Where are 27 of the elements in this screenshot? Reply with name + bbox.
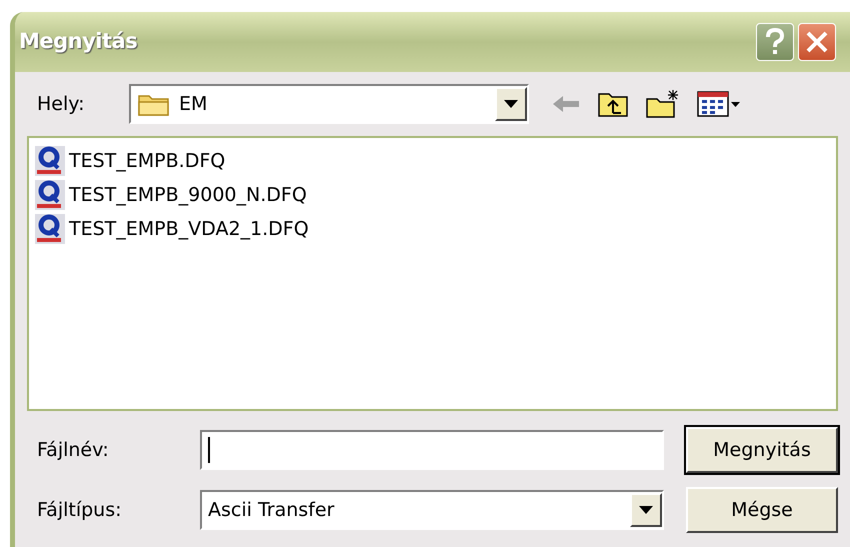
file-item[interactable]: TEST_EMPB.DFQ <box>33 144 832 178</box>
file-type-icon <box>35 146 65 176</box>
file-type-icon <box>35 214 65 244</box>
close-button[interactable] <box>798 23 836 61</box>
dropdown-arrow-button[interactable] <box>630 493 662 527</box>
cancel-button[interactable]: Mégse <box>686 487 838 533</box>
help-button[interactable] <box>756 23 794 61</box>
dropdown-arrow-button[interactable] <box>495 87 527 121</box>
filetype-value: Ascii Transfer <box>208 498 334 523</box>
new-folder-icon[interactable] <box>645 89 681 119</box>
location-label: Hely: <box>37 92 86 117</box>
window-title: Megnyitás <box>19 28 138 56</box>
file-item[interactable]: TEST_EMPB_9000_N.DFQ <box>33 178 832 212</box>
caret-icon <box>504 100 518 108</box>
location-dropdown[interactable]: EM <box>129 84 529 124</box>
file-type-icon <box>35 180 65 210</box>
caret-icon <box>639 506 653 514</box>
file-item[interactable]: TEST_EMPB_VDA2_1.DFQ <box>33 212 832 246</box>
filetype-label: Fájltípus: <box>37 498 123 523</box>
location-value: EM <box>179 92 208 117</box>
close-icon <box>805 30 829 54</box>
help-icon <box>764 28 786 56</box>
open-button[interactable]: Megnyitás <box>686 427 838 473</box>
filetype-dropdown[interactable]: Ascii Transfer <box>200 490 664 530</box>
view-menu-icon[interactable] <box>697 90 741 118</box>
filename-field[interactable] <box>200 430 664 470</box>
filename-label: Fájlnév: <box>37 438 110 463</box>
